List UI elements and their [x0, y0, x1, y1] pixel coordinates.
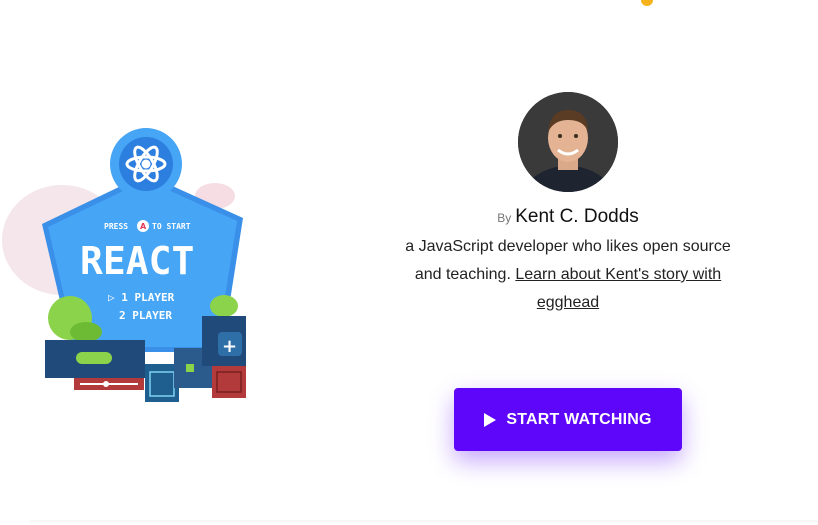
- section-divider: [30, 520, 818, 525]
- plus-icon: +: [222, 336, 237, 357]
- author-name: Kent C. Dodds: [515, 206, 639, 227]
- start-watching-button[interactable]: START WATCHING: [454, 388, 682, 451]
- start-watching-label: START WATCHING: [506, 410, 652, 428]
- play-icon: [484, 412, 497, 427]
- course-illustration: PRESS A TO START REACT ▷ 1 PLAYER 2 PLAY…: [0, 120, 260, 410]
- start-text: TO START: [152, 222, 191, 231]
- a-button-letter: A: [140, 222, 147, 231]
- by-label: By: [497, 211, 512, 225]
- react-badge-art: PRESS A TO START REACT ▷ 1 PLAYER 2 PLAY…: [2, 128, 246, 402]
- press-text: PRESS: [104, 222, 128, 231]
- react-title: REACT: [80, 239, 194, 283]
- author-line: By Kent C. Dodds: [400, 206, 736, 228]
- author-bio: a JavaScript developer who likes open so…: [400, 233, 736, 317]
- right-bush: [210, 295, 238, 317]
- author-portrait: [518, 92, 618, 192]
- player-two-text: 2 PLAYER: [119, 309, 172, 322]
- player-one-text: ▷ 1 PLAYER: [108, 291, 175, 304]
- decorative-dot: [641, 0, 653, 6]
- author-avatar: [518, 92, 618, 192]
- author-story-link[interactable]: Learn about Kent's story with egghead: [515, 266, 721, 311]
